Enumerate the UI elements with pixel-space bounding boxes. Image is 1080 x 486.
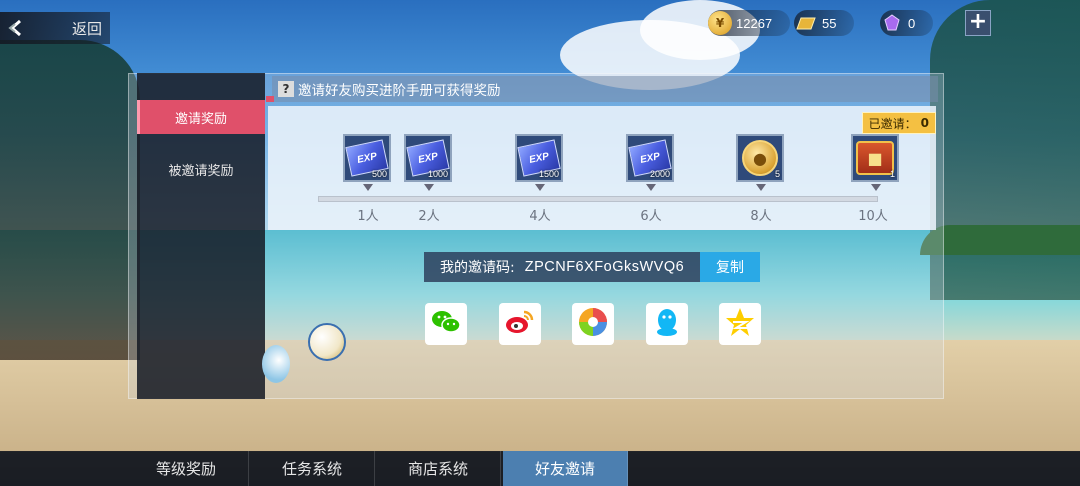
help-icon[interactable]: ? [278, 81, 294, 97]
pointer-icon [756, 184, 766, 191]
back-button[interactable]: 返回 [0, 12, 110, 44]
milestone-label: 8人 [750, 209, 772, 224]
invited-count-badge: 已邀请： 0 [861, 112, 936, 134]
invited-label: 已邀请： [868, 116, 917, 131]
milestone-label: 1人 [357, 209, 379, 224]
pointer-icon [363, 184, 373, 191]
milestone-label: 2人 [418, 209, 440, 224]
gem-value: 0 [908, 15, 916, 31]
gold-coin-value: 12267 [736, 15, 773, 31]
copy-button[interactable]: 复制 [700, 252, 760, 282]
reward-item[interactable]: EXP 500 [343, 134, 391, 182]
sidebar-item-invite-rewards[interactable]: 邀请奖励 [137, 100, 265, 134]
sidebar: 邀请奖励 被邀请奖励 [137, 73, 265, 399]
gold-bar-icon [794, 11, 818, 35]
add-currency-button[interactable]: + [965, 10, 991, 36]
reward-item[interactable]: ● 5 [736, 134, 784, 182]
treasure-chest-icon: ■ [856, 141, 894, 175]
beach-ball-decoration [262, 345, 290, 383]
invite-code-label: 我的邀请码: [440, 260, 515, 276]
reward-quantity: 1 [889, 169, 895, 179]
header-bar: ? 邀请好友购买进阶手册可获得奖励 [272, 76, 938, 102]
gem-currency: 0 [880, 10, 934, 36]
reward-quantity: 2000 [649, 169, 670, 179]
progress-track [318, 196, 878, 202]
pointer-icon [871, 184, 881, 191]
back-label: 返回 [72, 19, 103, 38]
purple-gem-icon [880, 11, 904, 35]
reward-quantity: 5 [774, 169, 780, 179]
tab-shop-system[interactable]: 商店系统 [376, 451, 501, 486]
volleyball-decoration [308, 323, 346, 361]
sidebar-item-label: 被邀请奖励 [168, 163, 234, 179]
invited-count: 0 [920, 116, 929, 130]
milestone-label: 4人 [529, 209, 551, 224]
milestone-label: 6人 [640, 209, 662, 224]
pointer-icon [535, 184, 545, 191]
pointer-icon [424, 184, 434, 191]
background-palm-left [0, 40, 140, 360]
share-qzone-button[interactable] [719, 303, 761, 345]
wechat-icon [430, 308, 462, 340]
invite-code-box: 我的邀请码: ZPCNF6XFoGksWVQ6 [424, 252, 700, 282]
share-wechat-button[interactable] [425, 303, 467, 345]
paw-coin-icon: ● [742, 140, 778, 176]
reward-track: 已邀请： 0 EXP 500 EXP 1000 EXP 1500 EXP 200… [268, 106, 936, 230]
background-island [920, 225, 1080, 255]
reward-item[interactable]: EXP 2000 [626, 134, 674, 182]
accent-marker [266, 96, 274, 102]
tab-friend-invite[interactable]: 好友邀请 [503, 451, 628, 486]
share-qq-button[interactable] [646, 303, 688, 345]
share-weibo-button[interactable] [499, 303, 541, 345]
pointer-icon [646, 184, 656, 191]
milestone-label: 10人 [858, 209, 888, 224]
sidebar-item-invited-rewards[interactable]: 被邀请奖励 [137, 152, 265, 186]
gold-bar-currency: 55 [794, 10, 855, 36]
invite-code-value: ZPCNF6XFoGksWVQ6 [524, 259, 685, 275]
reward-item[interactable]: EXP 1000 [404, 134, 452, 182]
weibo-icon [504, 308, 536, 340]
tab-task-system[interactable]: 任务系统 [250, 451, 375, 486]
header-text: 邀请好友购买进阶手册可获得奖励 [298, 83, 501, 99]
reward-item[interactable]: EXP 1500 [515, 134, 563, 182]
reward-quantity: 500 [371, 169, 387, 179]
qzone-icon [724, 306, 756, 342]
gold-coin-icon: ¥ [708, 11, 732, 35]
background-palm-right [930, 0, 1080, 300]
invite-code-row: 我的邀请码: ZPCNF6XFoGksWVQ6 复制 [424, 252, 760, 282]
reward-item[interactable]: ■ 1 [851, 134, 899, 182]
gold-coin-currency: ¥ 12267 [708, 10, 791, 36]
tab-level-rewards[interactable]: 等级奖励 [124, 451, 249, 486]
reward-quantity: 1500 [538, 169, 559, 179]
sidebar-item-label: 邀请奖励 [174, 111, 227, 127]
share-camera-button[interactable] [572, 303, 614, 345]
reward-quantity: 1000 [427, 169, 448, 179]
back-arrow-icon [6, 17, 28, 39]
plus-icon: + [968, 9, 988, 34]
camera-aperture-icon [577, 306, 609, 342]
qq-icon [653, 306, 681, 342]
gold-bar-value: 55 [822, 15, 837, 31]
